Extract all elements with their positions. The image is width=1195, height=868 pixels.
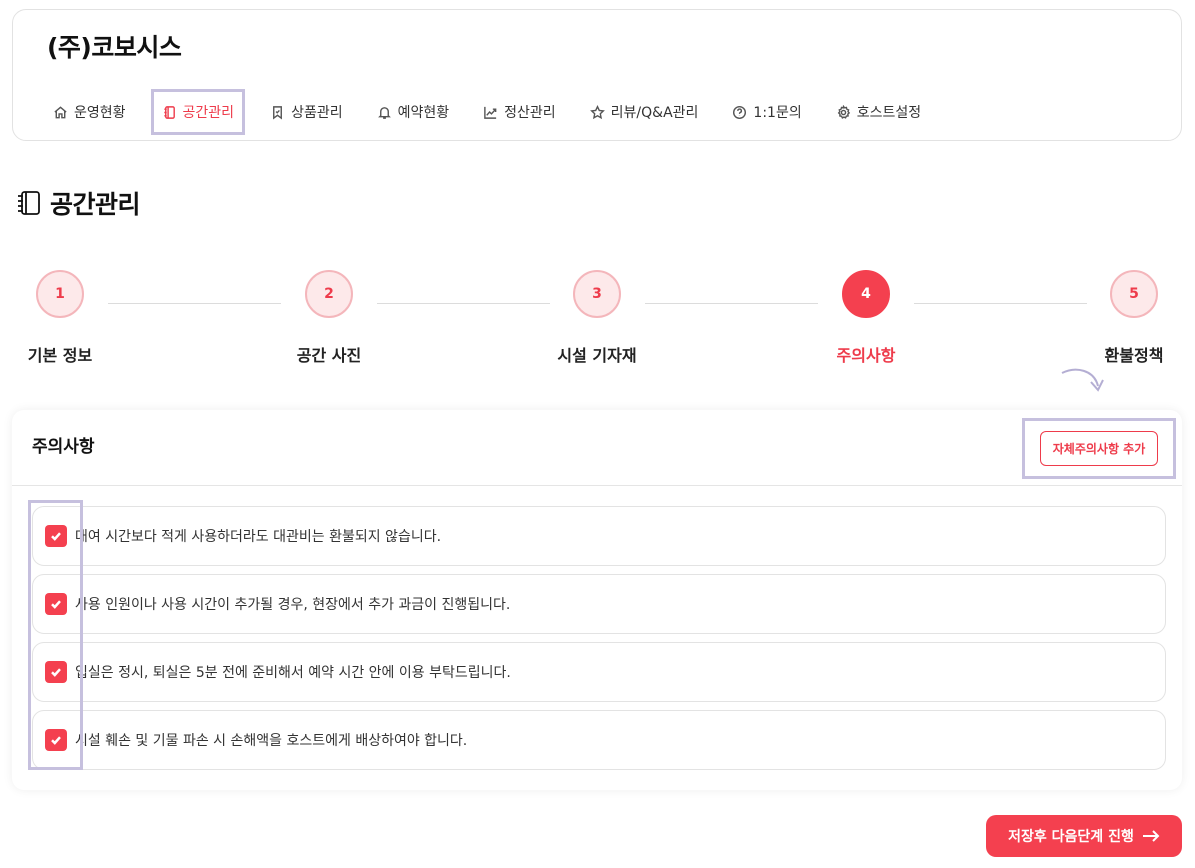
save-next-step-button[interactable]: 저장후 다음단계 진행 bbox=[986, 815, 1182, 857]
nav-item-space-management[interactable]: 공간관리 bbox=[150, 89, 246, 135]
nav-item-reservations[interactable]: 예약현황 bbox=[371, 92, 456, 132]
notice-item[interactable]: 사용 인원이나 사용 시간이 추가될 경우, 현장에서 추가 과금이 진행됩니다… bbox=[32, 574, 1166, 634]
step-connector bbox=[377, 303, 550, 304]
step-2-label: 공간 사진 bbox=[296, 346, 362, 365]
check-icon bbox=[51, 532, 61, 541]
step-4-circle[interactable]: 4 bbox=[842, 270, 890, 318]
notices-title: 주의사항 bbox=[32, 437, 95, 457]
notice-text: 입실은 정시, 퇴실은 5분 전에 준비해서 예약 시간 안에 이용 부탁드립니… bbox=[75, 665, 511, 681]
curved-arrow-icon bbox=[1061, 368, 1104, 392]
step-4-label: 주의사항 bbox=[836, 346, 896, 365]
nav-item-reviews-qa[interactable]: 리뷰/Q&A관리 bbox=[584, 92, 705, 132]
notebook-icon bbox=[18, 191, 40, 215]
notice-text: 대여 시간보다 적게 사용하더라도 대관비는 환불되지 않습니다. bbox=[75, 529, 442, 545]
main-nav: 운영현황 공간관리 상품관리 예약현황 정산관리 리뷰/Q&A관리 1:1문의 bbox=[47, 89, 949, 135]
nav-item-label: 공간관리 bbox=[182, 105, 235, 121]
nav-item-label: 리뷰/Q&A관리 bbox=[610, 105, 699, 121]
nav-item-label: 운영현황 bbox=[74, 105, 126, 121]
step-5-label: 환불정책 bbox=[1104, 346, 1164, 365]
notice-item[interactable]: 시설 훼손 및 기물 파손 시 손해액을 호스트에게 배상하여야 합니다. bbox=[32, 710, 1166, 770]
notices-card: 주의사항 자체주의사항 추가 대여 시간보다 적게 사용하더라도 대관비는 환불… bbox=[12, 410, 1182, 790]
notice-checkbox[interactable] bbox=[45, 729, 67, 751]
nav-item-label: 예약현황 bbox=[397, 105, 450, 121]
nav-item-host-settings[interactable]: 호스트설정 bbox=[830, 92, 927, 132]
bell-icon bbox=[377, 106, 391, 119]
nav-item-operations[interactable]: 운영현황 bbox=[47, 92, 132, 132]
nav-item-inquiry[interactable]: 1:1문의 bbox=[726, 92, 807, 132]
check-icon bbox=[51, 736, 61, 745]
save-next-step-label: 저장후 다음단계 진행 bbox=[1008, 829, 1134, 845]
notices-header: 주의사항 자체주의사항 추가 bbox=[12, 410, 1182, 486]
step-3-circle[interactable]: 3 bbox=[573, 270, 621, 318]
progress-stepper: 1 2 3 4 5 기본 정보 공간 사진 시설 기자재 주의사항 환불정책 bbox=[0, 268, 1195, 368]
star-icon bbox=[589, 104, 605, 119]
nav-item-products[interactable]: 상품관리 bbox=[264, 92, 349, 132]
home-icon bbox=[54, 105, 67, 118]
trend-chart-icon bbox=[484, 106, 497, 119]
gear-icon bbox=[837, 104, 850, 119]
nav-item-label: 호스트설정 bbox=[856, 105, 922, 121]
notice-text: 사용 인원이나 사용 시간이 추가될 경우, 현장에서 추가 과금이 진행됩니다… bbox=[75, 597, 511, 613]
notice-item[interactable]: 대여 시간보다 적게 사용하더라도 대관비는 환불되지 않습니다. bbox=[32, 506, 1166, 566]
add-custom-notice-button[interactable]: 자체주의사항 추가 bbox=[1039, 431, 1159, 466]
check-icon bbox=[51, 600, 61, 609]
page-title: 공간관리 bbox=[16, 185, 141, 221]
company-name: (주)코보시스 bbox=[47, 33, 182, 62]
step-1-label: 기본 정보 bbox=[27, 346, 93, 365]
check-icon bbox=[51, 668, 61, 677]
nav-item-label: 상품관리 bbox=[291, 105, 343, 121]
add-notice-highlight: 자체주의사항 추가 bbox=[1022, 418, 1176, 479]
step-connector bbox=[108, 303, 281, 304]
page-title-text: 공간관리 bbox=[50, 190, 141, 219]
nav-item-label: 정산관리 bbox=[504, 105, 556, 121]
notice-checkbox[interactable] bbox=[45, 661, 67, 683]
step-2-circle[interactable]: 2 bbox=[305, 270, 353, 318]
bookmark-icon bbox=[273, 105, 283, 120]
step-connector bbox=[645, 303, 818, 304]
step-3-label: 시설 기자재 bbox=[557, 346, 637, 365]
arrow-right-icon bbox=[1142, 830, 1160, 842]
nav-item-label: 1:1문의 bbox=[753, 105, 802, 121]
notebook-icon bbox=[163, 105, 175, 119]
step-5-circle[interactable]: 5 bbox=[1110, 270, 1158, 318]
step-connector bbox=[914, 303, 1087, 304]
notice-checkbox[interactable] bbox=[45, 525, 67, 547]
notice-checkbox[interactable] bbox=[45, 593, 67, 615]
header-card: (주)코보시스 운영현황 공간관리 상품관리 예약현황 정산관리 리뷰/Q&A관… bbox=[12, 9, 1182, 141]
question-circle-icon bbox=[733, 105, 747, 119]
step-1-circle[interactable]: 1 bbox=[36, 270, 84, 318]
notice-item[interactable]: 입실은 정시, 퇴실은 5분 전에 준비해서 예약 시간 안에 이용 부탁드립니… bbox=[32, 642, 1166, 702]
nav-item-settlement[interactable]: 정산관리 bbox=[477, 92, 562, 132]
notice-text: 시설 훼손 및 기물 파손 시 손해액을 호스트에게 배상하여야 합니다. bbox=[75, 733, 468, 749]
